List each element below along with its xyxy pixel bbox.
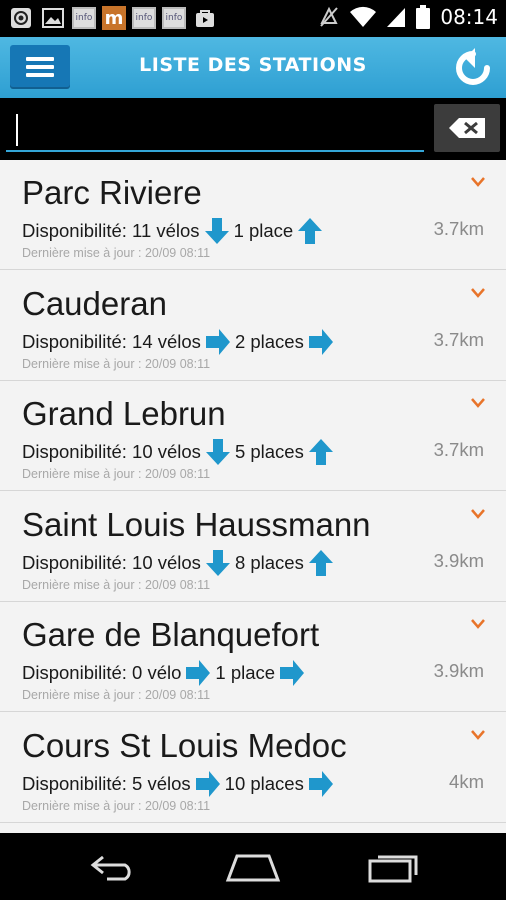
status-bar: info m info info 08:14 — [0, 0, 506, 37]
places-trend-up-arrow-icon — [308, 549, 333, 576]
navigation-bar — [0, 833, 506, 900]
bag-icon — [192, 6, 218, 30]
places-trend-right-arrow-icon — [308, 770, 333, 797]
availability-line: Disponibilité: 0 vélo 1 place — [22, 659, 309, 687]
bikes-trend-down-arrow-icon — [204, 218, 229, 244]
system-indicators: 08:14 — [318, 5, 498, 29]
bikes-trend-right-arrow-icon — [195, 770, 220, 797]
availability-line: Disponibilité: 14 vélos 2 places — [22, 328, 338, 356]
recent-apps-icon — [368, 855, 418, 883]
search-bar — [0, 98, 506, 160]
clear-search-button[interactable] — [434, 104, 500, 152]
availability-line: Disponibilité: 10 vélos 8 places — [22, 549, 338, 577]
expand-chevron-icon[interactable] — [470, 287, 486, 299]
station-name: Cours St Louis Medoc — [22, 726, 347, 764]
places-trend-right-arrow-icon — [280, 660, 305, 686]
places-available: 8 places — [234, 551, 304, 573]
bikes-trend-down-arrow-icon — [205, 439, 230, 465]
bikes-available: Disponibilité: 14 vélos — [22, 330, 201, 352]
station-name: Cauderan — [22, 284, 167, 322]
info-icon: info — [162, 7, 186, 29]
places-trend-right-arrow-icon — [308, 328, 333, 355]
page-title: LISTE DES STATIONS — [139, 54, 367, 76]
expand-chevron-icon[interactable] — [470, 176, 486, 188]
expand-chevron-icon[interactable] — [470, 508, 486, 520]
last-update: Dernière mise à jour : 20/09 08:11 — [22, 798, 211, 813]
battery-icon — [416, 5, 431, 29]
station-row[interactable]: Cauderan Disponibilité: 14 vélos 2 places 3… — [0, 270, 506, 381]
station-name: Grand Lebrun — [22, 395, 226, 432]
bikes-trend-right-arrow-icon — [186, 660, 211, 686]
station-distance: 4km — [449, 770, 484, 792]
places-available: 1 place — [215, 662, 276, 683]
m-app-icon: m — [102, 6, 126, 30]
availability-line: Disponibilité: 10 vélos 5 places — [22, 438, 338, 466]
places-available: 10 places — [224, 772, 304, 794]
mute-icon — [320, 6, 339, 27]
expand-chevron-icon[interactable] — [470, 729, 486, 741]
last-update: Dernière mise à jour : 20/09 08:11 — [22, 577, 211, 592]
places-available: 5 places — [234, 441, 304, 462]
last-update: Dernière mise à jour : 20/09 08:11 — [22, 246, 211, 260]
notification-icons: info m info info — [8, 6, 218, 30]
station-row[interactable]: Parc Riviere Disponibilité: 11 vélos 1 pla… — [0, 160, 506, 270]
bikes-trend-down-arrow-icon — [205, 549, 230, 576]
station-distance: 3.7km — [433, 328, 484, 350]
station-distance: 3.7km — [433, 218, 484, 239]
places-available: 2 places — [234, 330, 304, 352]
wifi-icon — [350, 6, 377, 27]
expand-chevron-icon[interactable] — [470, 618, 486, 630]
places-available: 1 place — [233, 220, 294, 241]
home-button[interactable] — [223, 849, 283, 885]
signal-icon — [387, 8, 406, 27]
last-update: Dernière mise à jour : 20/09 08:11 — [22, 356, 211, 371]
text-cursor — [16, 114, 18, 146]
image-icon — [40, 6, 66, 30]
availability-line: Disponibilité: 5 vélos 10 places — [22, 770, 338, 798]
availability-line: Disponibilité: 11 vélos 1 place — [22, 217, 327, 245]
last-update: Dernière mise à jour : 20/09 08:11 — [22, 688, 211, 702]
clock: 08:14 — [440, 5, 498, 29]
station-name: Saint Louis Haussmann — [22, 505, 371, 543]
target-icon — [8, 6, 34, 30]
last-update: Dernière mise à jour : 20/09 08:11 — [22, 467, 211, 481]
station-row[interactable]: Grand Lebrun Disponibilité: 10 vélos 5 pla… — [0, 381, 506, 491]
expand-chevron-icon[interactable] — [470, 397, 486, 409]
search-field-wrapper — [6, 106, 424, 152]
places-trend-up-arrow-icon — [298, 218, 323, 244]
bikes-available: Disponibilité: 10 vélos — [22, 551, 201, 573]
recent-apps-button[interactable] — [364, 849, 424, 885]
search-input[interactable] — [6, 106, 424, 150]
bikes-available: Disponibilité: 0 vélo — [22, 662, 182, 683]
bikes-available: Disponibilité: 5 vélos — [22, 772, 191, 794]
station-distance: 3.9km — [433, 660, 484, 681]
home-icon — [225, 854, 281, 882]
info-icon: info — [132, 7, 156, 29]
back-icon — [90, 855, 131, 881]
bikes-trend-right-arrow-icon — [205, 328, 230, 355]
station-distance: 3.9km — [433, 549, 484, 571]
info-icon: info — [72, 7, 96, 29]
station-row[interactable]: Saint Louis Haussmann Disponibilité: 10 v… — [0, 491, 506, 602]
station-row[interactable]: Cours St Louis Medoc Disponibilité: 5 vél… — [0, 712, 506, 823]
refresh-icon — [456, 48, 490, 85]
places-trend-up-arrow-icon — [308, 439, 333, 465]
backspace-icon — [449, 118, 485, 138]
bikes-available: Disponibilité: 11 vélos — [22, 220, 200, 241]
bikes-available: Disponibilité: 10 vélos — [22, 441, 201, 462]
station-row[interactable]: Gare de Blanquefort Disponibilité: 0 vélo… — [0, 602, 506, 712]
station-name: Gare de Blanquefort — [22, 616, 320, 653]
station-list[interactable]: Parc Riviere Disponibilité: 11 vélos 1 pla… — [0, 160, 506, 833]
app-header: LISTE DES STATIONS — [0, 37, 506, 98]
refresh-button[interactable] — [450, 45, 496, 91]
back-button[interactable] — [84, 849, 144, 885]
station-name: Parc Riviere — [22, 174, 202, 211]
station-distance: 3.7km — [433, 439, 484, 460]
